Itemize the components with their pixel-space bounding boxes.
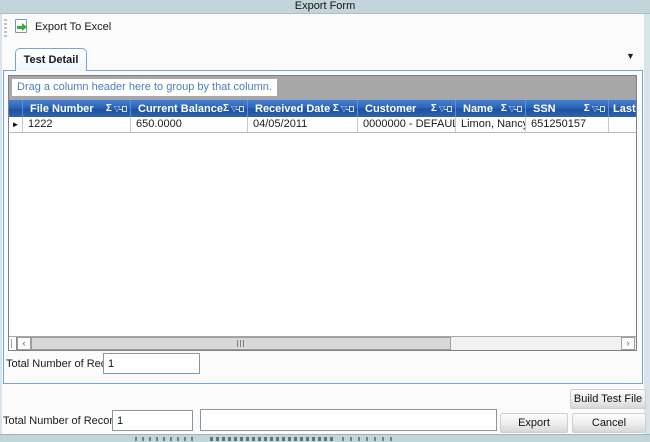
cell-customer[interactable]: 0000000 - DEFAULT <box>358 117 456 133</box>
cancel-button[interactable]: Cancel <box>572 413 646 433</box>
grid-header-row: File Number Σ ▽ Current Balance Σ ▽ Rece… <box>9 100 636 117</box>
pin-icon[interactable] <box>122 106 127 112</box>
scrollbar-grip-icon <box>237 340 246 347</box>
pin-icon[interactable] <box>447 106 452 112</box>
footer-total-records-input[interactable] <box>112 410 193 431</box>
header-icons: Σ ▽ <box>584 104 608 114</box>
sum-icon[interactable]: Σ <box>501 104 507 114</box>
window-left-edge <box>0 14 2 434</box>
column-header-customer[interactable]: Customer Σ ▽ <box>358 100 456 117</box>
clipped-background-text <box>135 437 195 441</box>
data-grid: Drag a column header here to group by th… <box>8 75 637 351</box>
sum-icon[interactable]: Σ <box>106 104 112 114</box>
active-row-marker-icon: ► <box>12 121 20 129</box>
scroll-left-icon: ‹ <box>23 338 26 348</box>
group-by-hint: Drag a column header here to group by th… <box>12 79 277 96</box>
export-button[interactable]: Export <box>500 413 568 433</box>
background-window-strip <box>0 434 650 442</box>
export-to-excel-button[interactable]: Export To Excel <box>35 21 111 33</box>
window-titlebar[interactable]: Export Form <box>0 0 650 14</box>
header-icons: Σ ▽ <box>223 104 247 114</box>
cell-received-date[interactable]: 04/05/2011 <box>248 117 358 133</box>
export-to-excel-icon <box>15 19 27 33</box>
sum-icon[interactable]: Σ <box>333 104 339 114</box>
footer-total-records-label: Total Number of Records <box>3 415 125 427</box>
sum-icon[interactable]: Σ <box>223 104 229 114</box>
window-right-edge <box>644 14 650 434</box>
column-header-name[interactable]: Name Σ ▽ <box>456 100 526 117</box>
group-by-bar[interactable]: Drag a column header here to group by th… <box>9 76 636 100</box>
build-test-file-button[interactable]: Build Test File <box>570 389 646 409</box>
footer-status-input[interactable] <box>200 409 497 431</box>
column-header-label: Last Payr <box>609 101 636 117</box>
column-header-current-balance[interactable]: Current Balance Σ ▽ <box>131 100 248 117</box>
cell-name[interactable]: Limon, Nancy <box>456 117 526 133</box>
column-header-file-number[interactable]: File Number Σ ▽ <box>23 100 131 117</box>
horizontal-scrollbar[interactable]: ‹ › <box>9 336 636 350</box>
column-header-ssn[interactable]: SSN Σ ▽ <box>526 100 609 117</box>
sum-icon[interactable]: Σ <box>431 104 437 114</box>
column-header-received-date[interactable]: Received Date Σ ▽ <box>248 100 358 117</box>
header-icons: Σ ▽ <box>333 104 357 114</box>
grid-body: ► 1222 650.0000 04/05/2011 0000000 - DEF… <box>9 117 636 337</box>
tab-test-detail[interactable]: Test Detail <box>15 48 87 71</box>
scrollbar-thumb[interactable] <box>31 337 451 350</box>
toolbar: Export To Excel <box>2 14 644 42</box>
header-icons: Σ ▽ <box>431 104 455 114</box>
scrollbar-splitter-handle[interactable] <box>9 337 17 350</box>
sum-icon[interactable]: Σ <box>584 104 590 114</box>
scroll-right-icon: › <box>627 338 630 348</box>
cell-ssn[interactable]: 651250157 <box>526 117 609 133</box>
pin-icon[interactable] <box>239 106 244 112</box>
header-icons: Σ ▽ <box>501 104 525 114</box>
pin-icon[interactable] <box>349 106 354 112</box>
column-header-label: Customer <box>358 101 416 117</box>
cell-current-balance[interactable]: 650.0000 <box>131 117 248 133</box>
header-icons: Σ ▽ <box>106 104 130 114</box>
clipped-background-text <box>210 437 335 441</box>
pin-icon[interactable] <box>600 106 605 112</box>
tab-list-dropdown-icon[interactable]: ▼ <box>626 51 635 61</box>
scroll-left-button[interactable]: ‹ <box>17 337 31 350</box>
column-header-label: Received Date <box>248 101 330 117</box>
column-header-label: Name <box>456 101 493 117</box>
export-form-window: Export Form Export To Excel Test Detail … <box>0 0 650 442</box>
toolbar-grip-handle[interactable] <box>4 19 7 37</box>
tab-total-records-input[interactable] <box>103 353 200 374</box>
clipped-background-text <box>342 437 397 441</box>
scroll-right-button[interactable]: › <box>621 337 635 350</box>
pin-icon[interactable] <box>517 106 522 112</box>
cell-file-number[interactable]: 1222 <box>23 117 131 133</box>
column-header-label: File Number <box>23 101 94 117</box>
column-header-last-payment[interactable]: Last Payr <box>609 100 636 117</box>
column-header-label: Current Balance <box>131 101 223 117</box>
window-title: Export Form <box>295 0 356 12</box>
cell-last-payment[interactable] <box>609 117 636 133</box>
table-row[interactable]: ► 1222 650.0000 04/05/2011 0000000 - DEF… <box>9 117 636 133</box>
column-header-label: SSN <box>526 101 556 117</box>
green-arrow-head-icon <box>22 23 27 31</box>
row-selector-cell[interactable]: ► <box>9 117 23 133</box>
column-header-row-selector[interactable] <box>9 100 23 117</box>
